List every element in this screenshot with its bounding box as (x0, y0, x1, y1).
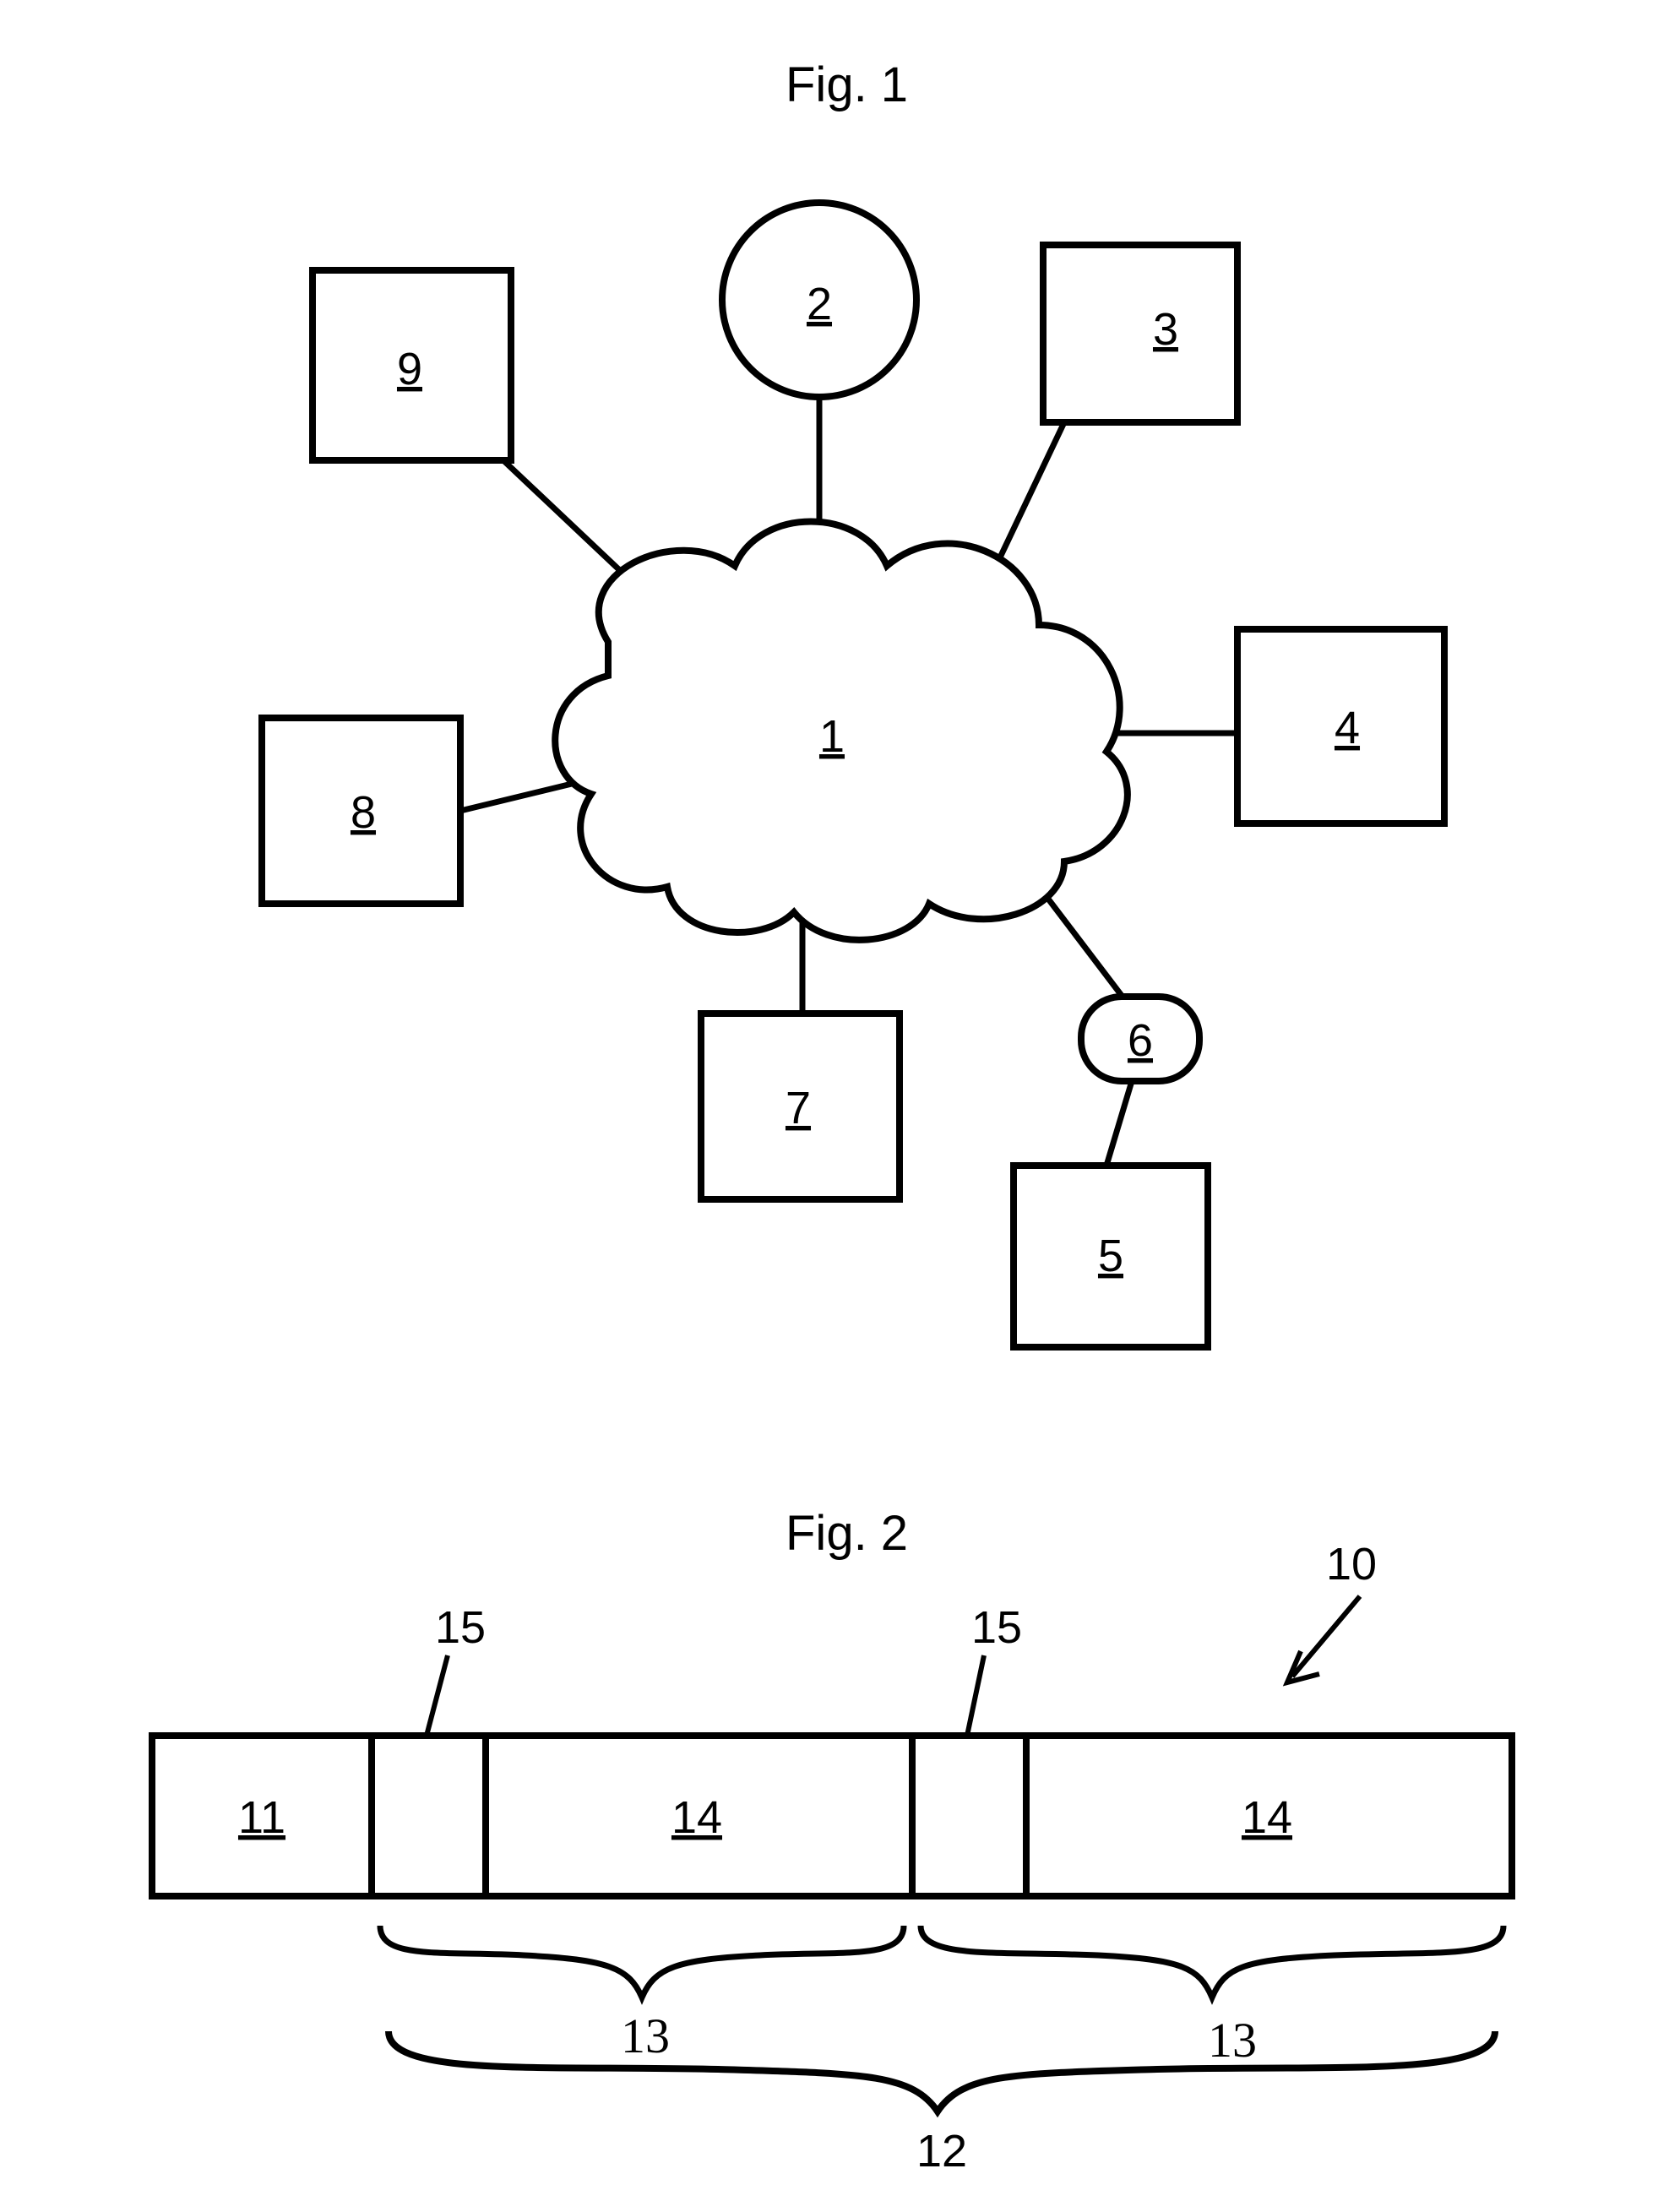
node-2-label: 2 (807, 279, 832, 329)
brace-13b (921, 1926, 1503, 1997)
node-9-label: 9 (397, 344, 422, 394)
cell-14a-label: 14 (671, 1792, 722, 1843)
ref-10-label: 10 (1326, 1539, 1377, 1590)
node-8-label: 8 (351, 787, 376, 838)
cell-14b-label: 14 (1242, 1792, 1292, 1843)
ref-15a-leader (427, 1655, 448, 1736)
brace-13a-label: 13 (621, 2008, 670, 2063)
fig2-caption: Fig. 2 (786, 1506, 908, 1561)
brace-12 (389, 2031, 1495, 2111)
brace-13a (380, 1926, 904, 1997)
node-7-label: 7 (786, 1083, 811, 1133)
fig1-caption: Fig. 1 (786, 57, 908, 112)
cell-11-label: 11 (238, 1792, 285, 1843)
node-6-label: 6 (1128, 1015, 1153, 1066)
node-3-label: 3 (1153, 304, 1178, 355)
ref-15a-label: 15 (435, 1602, 486, 1653)
node-3 (1043, 245, 1237, 422)
brace-13b-label: 13 (1208, 2013, 1257, 2068)
fig2-strip (152, 1736, 1512, 1896)
ref-15b-label: 15 (971, 1602, 1022, 1653)
node-4-label: 4 (1335, 703, 1360, 753)
node-5-label: 5 (1098, 1231, 1123, 1281)
link-6-5 (1106, 1081, 1132, 1166)
page: Fig. 1 1 2 3 4 6 5 7 8 9 Fig. 2 10 (0, 0, 1669, 2212)
ref-10-arrow (1287, 1596, 1360, 1682)
brace-12-label: 12 (916, 2126, 967, 2177)
ref-15b-leader (967, 1655, 984, 1736)
diagram-svg: Fig. 1 1 2 3 4 6 5 7 8 9 Fig. 2 10 (0, 0, 1669, 2212)
cloud-1-label: 1 (819, 711, 845, 762)
